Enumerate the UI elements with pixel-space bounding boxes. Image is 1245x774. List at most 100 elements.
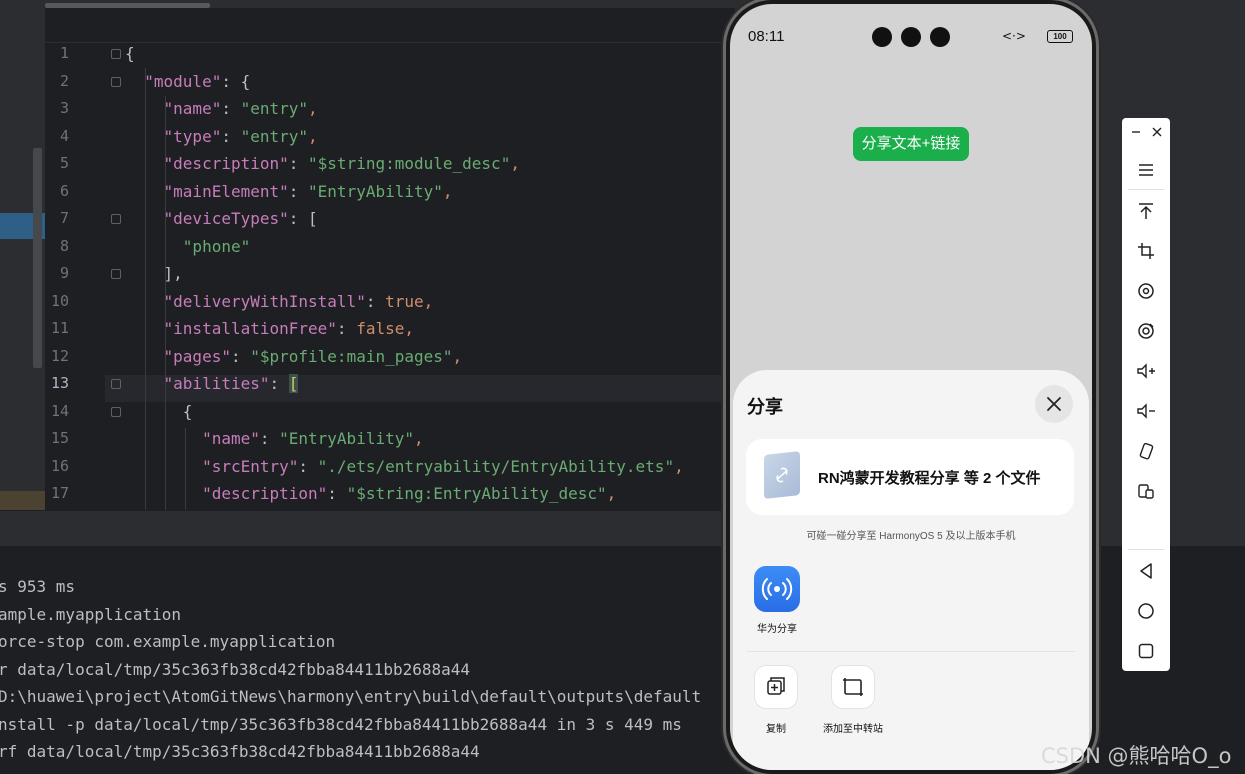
code-token: : (288, 154, 309, 173)
code-token: : (230, 346, 251, 366)
line-number: 3 (59, 99, 69, 117)
code-token: : (298, 456, 318, 476)
console-line: rf data/local/tmp/35c363fb38cd42fbba8441… (0, 742, 480, 761)
code-token: : (221, 126, 241, 146)
code-line[interactable]: "description": "$string:EntryAbility_des… (125, 484, 616, 503)
minimize-icon[interactable] (1128, 124, 1144, 140)
fold-toggle[interactable] (111, 269, 121, 279)
file-card[interactable]: RN鸿蒙开发教程分享 等 2 个文件 (746, 439, 1074, 515)
code-token: "$string:module_desc" (308, 154, 511, 173)
emulator-toolbar (1122, 118, 1170, 671)
code-token: "$profile:main_pages" (250, 346, 453, 366)
code-token: { (125, 401, 193, 421)
copy-button[interactable] (754, 665, 798, 709)
line-number: 11 (50, 319, 69, 337)
code-line[interactable]: "deliveryWithInstall": true, (125, 291, 434, 311)
screenshot-icon[interactable] (1136, 321, 1156, 341)
code-token: "pages" (163, 346, 231, 366)
code-line[interactable]: "abilities": [ (125, 374, 299, 393)
code-token: "srcEntry" (202, 456, 299, 476)
code-token: "type" (163, 126, 222, 146)
recents-icon[interactable] (1136, 641, 1156, 661)
home-icon[interactable] (1136, 601, 1156, 621)
code-token: , (452, 346, 463, 366)
signal-icon: <·> (1002, 29, 1026, 43)
code-line[interactable]: "name": "EntryAbility", (125, 429, 424, 448)
transfer-station-icon (843, 678, 863, 696)
fold-icon[interactable] (1136, 481, 1156, 501)
editor-header (45, 8, 735, 43)
line-number: 1 (59, 44, 69, 62)
line-number: 5 (59, 154, 69, 172)
close-icon[interactable] (1149, 124, 1165, 140)
volume-up-icon[interactable] (1136, 361, 1156, 381)
code-line[interactable]: "srcEntry": "./ets/entryability/EntryAbi… (125, 457, 684, 476)
project-panel-scrollbar[interactable] (33, 148, 42, 368)
share-sheet: 分享 RN鸿蒙开发教程分享 等 2 个文件 可碰一碰分享至 HarmonyOS … (733, 370, 1089, 770)
code-line[interactable]: { (125, 44, 135, 63)
fold-toggle[interactable] (111, 76, 121, 87)
code-token: true (385, 291, 424, 311)
fold-toggle[interactable] (111, 214, 121, 224)
code-token: "name" (163, 99, 222, 118)
code-line[interactable]: "installationFree": false, (125, 319, 414, 338)
huawei-share-label: 华为分享 (757, 624, 797, 635)
code-token: "description" (202, 484, 328, 503)
console-line: ample.myapplication (0, 604, 182, 624)
shake-icon[interactable] (1136, 441, 1156, 461)
code-line[interactable]: { (125, 401, 193, 421)
code-token: "name" (202, 429, 260, 448)
code-token: : { (221, 71, 251, 91)
code-token: "phone" (182, 236, 251, 256)
code-token: "module" (144, 71, 222, 91)
volume-down-icon[interactable] (1136, 401, 1156, 421)
pin-top-icon[interactable] (1136, 201, 1156, 221)
code-token: "EntryAbility" (279, 429, 414, 448)
code-token: , (308, 126, 318, 146)
copy-label: 复制 (766, 724, 786, 735)
code-token: "mainElement" (163, 181, 289, 201)
status-time: 08:11 (748, 28, 785, 45)
line-number: 9 (59, 264, 69, 282)
huawei-share-icon (761, 578, 793, 600)
camera-icon (872, 27, 892, 47)
panel-splitter[interactable] (0, 510, 735, 547)
huawei-share-button[interactable] (754, 566, 800, 612)
code-line[interactable]: "mainElement": "EntryAbility", (125, 182, 453, 201)
console-line: orce-stop com.example.myapplication (0, 632, 336, 651)
code-token: : (259, 429, 280, 448)
add-to-transfer-button[interactable] (831, 665, 875, 709)
code-line[interactable]: "phone" (125, 237, 250, 256)
line-number-gutter: 1 2 3 4 5 6 7 8 9 10 11 12 13 14 15 16 17 (45, 42, 121, 510)
fold-toggle[interactable] (111, 406, 121, 417)
code-line[interactable]: "name": "entry", (125, 99, 318, 118)
rotate-icon[interactable] (1136, 281, 1156, 301)
back-icon[interactable] (1136, 561, 1156, 581)
code-line[interactable]: "description": "$string:module_desc", (125, 154, 520, 173)
code-token: : (288, 181, 309, 201)
code-line[interactable]: ], (125, 264, 183, 283)
fold-toggle[interactable] (111, 379, 121, 389)
code-line[interactable]: "module": { (125, 72, 250, 91)
menu-icon[interactable] (1136, 160, 1156, 180)
code-line[interactable]: "pages": "$profile:main_pages", (125, 346, 463, 366)
copy-icon (767, 677, 785, 695)
code-line[interactable]: "type": "entry", (125, 127, 318, 146)
fold-toggle[interactable] (111, 49, 121, 59)
close-sheet-button[interactable] (1035, 385, 1073, 423)
line-number: 4 (59, 126, 69, 145)
line-number: 16 (50, 456, 69, 475)
close-icon (1047, 397, 1061, 411)
share-text-link-button[interactable]: 分享文本+链接 (853, 127, 969, 161)
crop-icon[interactable] (1136, 241, 1156, 261)
project-panel (0, 8, 45, 517)
code-token: "EntryAbility" (308, 181, 443, 201)
code-editor[interactable]: 1 2 3 4 5 6 7 8 9 10 11 12 13 14 15 16 17 { "module": { … (45, 8, 735, 510)
phone-emulator[interactable]: 08:11 <·> 100 分享文本+链接 分享 RN鸿蒙开发教程分享 等 2 … (726, 0, 1096, 774)
line-number: 13 (50, 374, 69, 392)
code-line[interactable]: "deviceTypes": [ (125, 209, 318, 228)
